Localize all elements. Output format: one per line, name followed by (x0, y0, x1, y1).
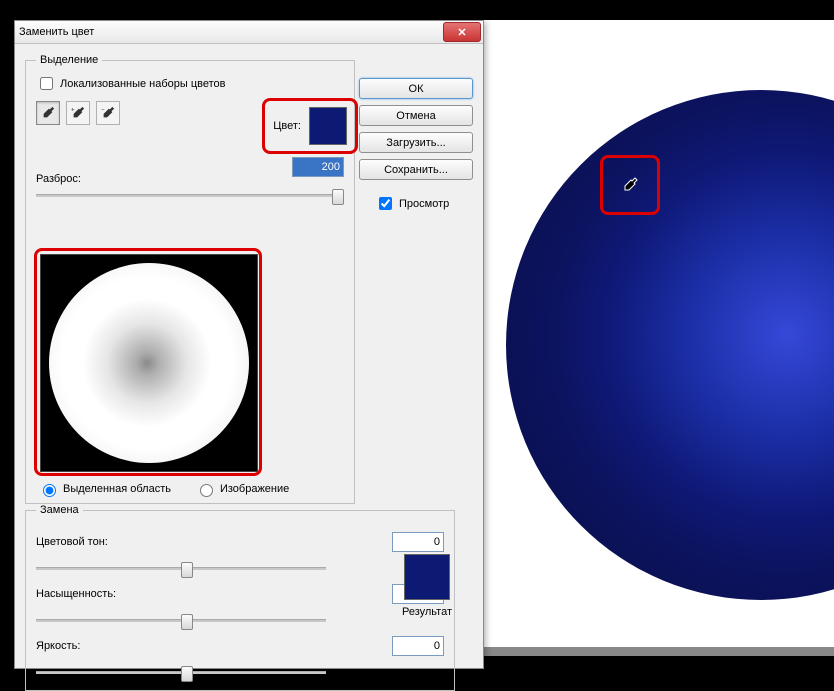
localized-clusters-label: Локализованные наборы цветов (60, 78, 226, 90)
image-sphere (506, 90, 834, 600)
selection-group: Выделение Локализованные наборы цветов +… (25, 54, 355, 504)
canvas-document[interactable] (482, 20, 834, 647)
replacement-legend: Замена (36, 504, 83, 516)
preview-mode-radios: Выделенная область Изображение (38, 481, 289, 497)
svg-text:+: + (71, 106, 75, 113)
slider-thumb[interactable] (181, 666, 193, 682)
radio-selection-input[interactable] (43, 484, 56, 497)
hue-input[interactable] (392, 532, 444, 552)
lightness-row: Яркость: (36, 636, 444, 656)
saturation-row: Насыщенность: (36, 584, 444, 604)
canvas-background (482, 20, 834, 656)
close-button[interactable]: ✕ (443, 22, 481, 42)
hue-slider[interactable] (36, 560, 326, 576)
lightness-input[interactable] (392, 636, 444, 656)
lightness-label: Яркость: (36, 640, 146, 652)
radio-image-input[interactable] (200, 484, 213, 497)
result-swatch[interactable] (404, 554, 450, 600)
eyedropper-plus-button[interactable]: + (66, 101, 90, 125)
svg-text:−: − (101, 106, 105, 113)
save-button[interactable]: Сохранить... (359, 159, 473, 180)
selection-preview (40, 254, 258, 472)
titlebar[interactable]: Заменить цвет ✕ (15, 21, 483, 44)
slider-thumb[interactable] (181, 614, 193, 630)
saturation-slider[interactable] (36, 612, 326, 628)
radio-image-label: Изображение (220, 483, 289, 495)
preview-checkbox-row: Просмотр (359, 194, 473, 213)
radio-selection[interactable]: Выделенная область (38, 481, 171, 497)
fuzziness-label: Разброс: (36, 173, 81, 185)
fuzziness-slider[interactable] (36, 187, 344, 203)
radio-selection-label: Выделенная область (63, 483, 171, 495)
saturation-label: Насыщенность: (36, 588, 146, 600)
replace-color-dialog: Заменить цвет ✕ Выделение Локализованные… (14, 20, 484, 669)
color-sample-swatch[interactable] (309, 107, 347, 145)
radio-image[interactable]: Изображение (195, 481, 289, 497)
cancel-button[interactable]: Отмена (359, 105, 473, 126)
localized-clusters-row: Локализованные наборы цветов (36, 74, 344, 93)
eyedropper-cursor-icon (622, 177, 638, 193)
load-button[interactable]: Загрузить... (359, 132, 473, 153)
dialog-title: Заменить цвет (19, 26, 94, 38)
slider-thumb[interactable] (332, 189, 344, 205)
result-area: Результат (393, 554, 461, 618)
ok-button[interactable]: ОК (359, 78, 473, 99)
preview-checkbox[interactable] (379, 197, 392, 210)
replacement-group: Замена Цветовой тон: Насыщенность: Ярк (25, 504, 455, 691)
lightness-slider[interactable] (36, 664, 326, 680)
eyedropper-button[interactable] (36, 101, 60, 125)
slider-thumb[interactable] (181, 562, 193, 578)
preview-highlight (34, 248, 262, 476)
hue-label: Цветовой тон: (36, 536, 146, 548)
fuzziness-row: Разброс: (36, 149, 344, 185)
fuzziness-input[interactable] (292, 157, 344, 177)
eyedropper-on-canvas-highlight (600, 155, 660, 215)
preview-mask (49, 263, 249, 463)
color-label: Цвет: (273, 120, 301, 132)
close-icon: ✕ (457, 26, 466, 39)
eyedropper-minus-button[interactable]: − (96, 101, 120, 125)
color-sample-highlight: Цвет: (262, 98, 358, 154)
selection-legend: Выделение (36, 54, 102, 66)
result-label: Результат (402, 606, 452, 618)
preview-checkbox-label: Просмотр (399, 198, 449, 210)
dialog-body: Выделение Локализованные наборы цветов +… (15, 44, 483, 669)
localized-clusters-checkbox[interactable] (40, 77, 53, 90)
hue-row: Цветовой тон: (36, 532, 444, 552)
dialog-buttons: ОК Отмена Загрузить... Сохранить... Прос… (359, 78, 473, 213)
